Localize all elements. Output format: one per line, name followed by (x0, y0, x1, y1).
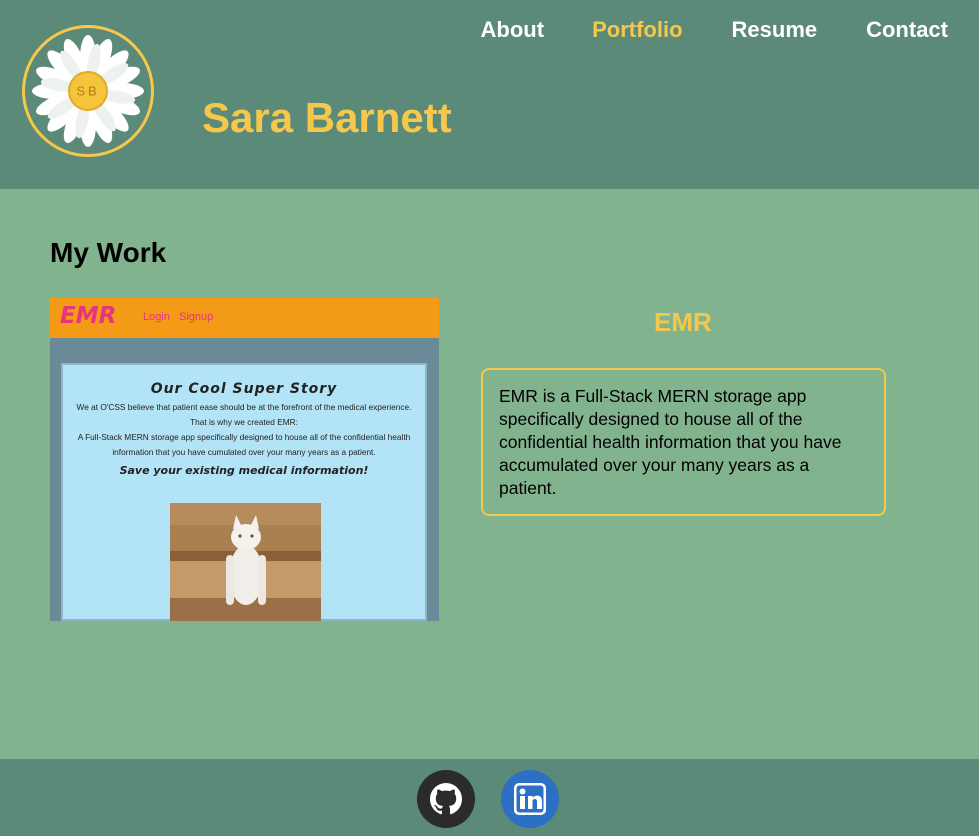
screenshot-signup-link: Signup (179, 311, 214, 323)
nav-about[interactable]: About (481, 17, 545, 43)
project-screenshot[interactable]: EMR Login Signup Our Cool Super Story We… (50, 298, 439, 621)
section-title: My Work (50, 237, 167, 268)
cat-photo (170, 503, 321, 621)
site-footer (0, 759, 979, 836)
screenshot-heading: Our Cool Super Story (150, 381, 338, 397)
screenshot-panel: Our Cool Super Story We at O'CSS believe… (61, 363, 427, 621)
main-nav: About Portfolio Resume Contact (481, 17, 948, 43)
linkedin-icon[interactable] (501, 770, 559, 828)
github-icon[interactable] (417, 770, 475, 828)
screenshot-login-link: Login (143, 311, 170, 323)
screenshot-paragraph: A Full-Stack MERN storage app specifical… (77, 432, 411, 457)
project-description: EMR is a Full-Stack MERN storage app spe… (481, 368, 886, 516)
screenshot-logo: EMR (60, 303, 117, 329)
nav-portfolio[interactable]: Portfolio (592, 17, 682, 43)
nav-contact[interactable]: Contact (866, 17, 948, 43)
screenshot-navbar: EMR Login Signup (50, 298, 439, 338)
screenshot-paragraph: We at O'CSS believe that patient ease sh… (76, 402, 412, 412)
daisy-logo-icon[interactable]: SB (22, 25, 154, 157)
nav-resume[interactable]: Resume (732, 17, 818, 43)
project-title: EMR (654, 307, 712, 337)
screenshot-paragraph: That is why we created EMR: (190, 417, 298, 427)
site-header: SB Sara Barnett About Portfolio Resume C… (0, 0, 979, 189)
screenshot-subheading: Save your existing medical information! (119, 464, 369, 477)
site-name: Sara Barnett (202, 94, 452, 142)
logo-initials: SB (76, 83, 100, 99)
